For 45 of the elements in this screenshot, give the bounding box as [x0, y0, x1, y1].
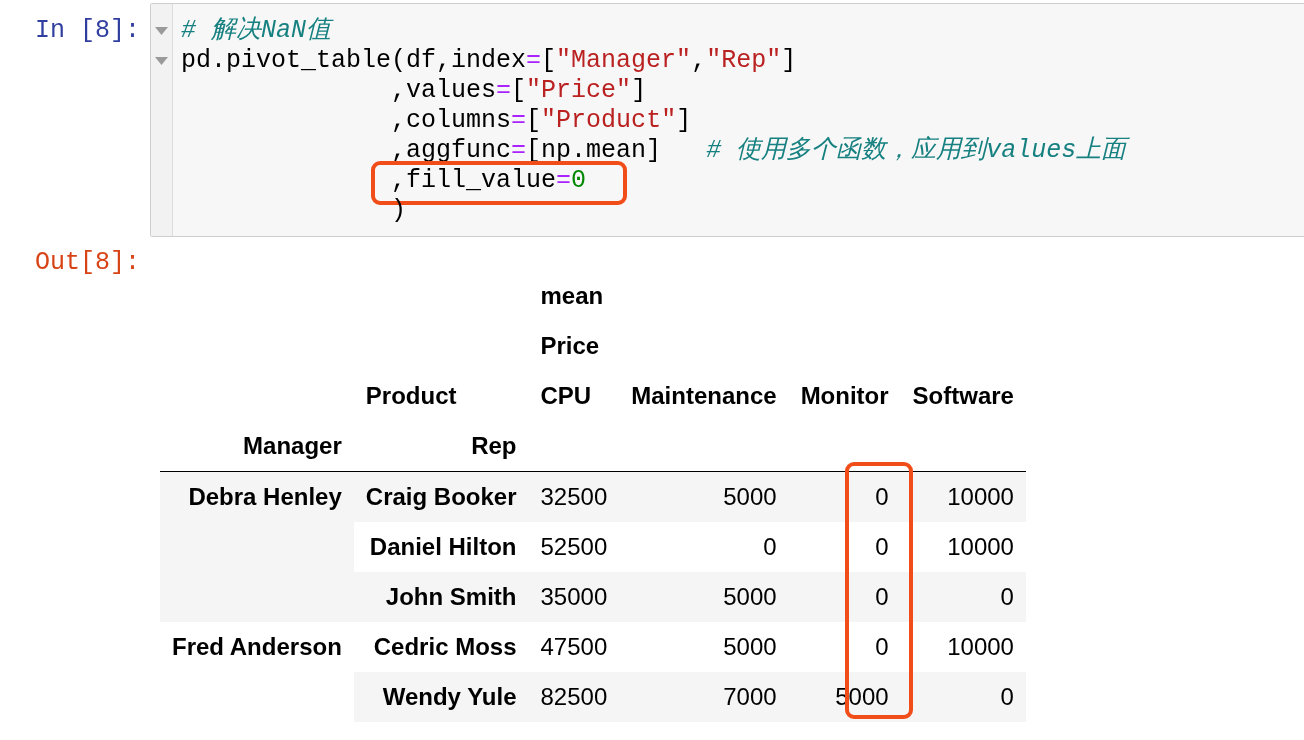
table-cell: 47500: [528, 621, 620, 672]
code-line: ,values=["Price"]: [391, 76, 647, 106]
row-header: John Smith: [353, 571, 529, 622]
column-level-header: Price: [539, 331, 601, 361]
code-editor[interactable]: # 解决NaN值 pd.pivot_table(df,index=["Manager","Rep"] ,values=["Price"] ,columns=["Product"] ,aggfunc=[np.mean] # 使用多个函数，应用到values上面 ,fill_value=0 ): [150, 3, 1304, 237]
table-cell: 0: [788, 621, 901, 672]
fold-triangle-icon[interactable]: [155, 27, 168, 35]
fold-triangle-icon[interactable]: [155, 57, 168, 65]
table-cell: 35000: [528, 571, 620, 622]
table-cell: 0: [619, 521, 789, 572]
row-header: Wendy Yule: [353, 671, 529, 722]
row-header: Craig Booker: [353, 471, 529, 522]
columns-name-header: Product: [364, 381, 458, 411]
table-cell: 5000: [619, 571, 789, 622]
table-cell: 5000: [619, 621, 789, 672]
column-header: Monitor: [799, 381, 890, 411]
input-prompt: In [8]:: [34, 16, 140, 46]
code-line: pd.pivot_table(df,index=["Manager","Rep"]: [181, 46, 797, 76]
row-header: Debra Henley: [160, 471, 354, 622]
table-cell: 0: [788, 521, 901, 572]
table-cell: 0: [900, 671, 1026, 722]
index-name-header: Rep: [353, 421, 529, 472]
row-header: Daniel Hilton: [353, 521, 529, 572]
table-cell: 10000: [900, 521, 1026, 572]
table-cell: 32500: [528, 471, 620, 522]
table-cell: 0: [900, 571, 1026, 622]
code-line: ): [391, 196, 407, 226]
output-prompt: Out[8]:: [34, 248, 140, 278]
code-line: ,columns=["Product"]: [391, 106, 692, 136]
table-cell: 7000: [619, 671, 789, 722]
table-cell: 52500: [528, 521, 620, 572]
row-header: Cedric Moss: [353, 621, 529, 672]
column-header: CPU: [539, 381, 593, 411]
column-header: Software: [911, 381, 1015, 411]
row-header: Fred Anderson: [160, 621, 354, 722]
table-cell: 10000: [900, 471, 1026, 522]
table-cell: 10000: [900, 621, 1026, 672]
index-name-header: Manager: [160, 421, 354, 472]
table-cell: 82500: [528, 671, 620, 722]
column-level-header: mean: [539, 281, 605, 311]
table-cell: 0: [788, 571, 901, 622]
table-cell: 0: [788, 471, 901, 522]
column-header: Maintenance: [630, 381, 778, 411]
table-cell: 5000: [619, 471, 789, 522]
code-line: ,fill_value=0: [391, 166, 587, 196]
